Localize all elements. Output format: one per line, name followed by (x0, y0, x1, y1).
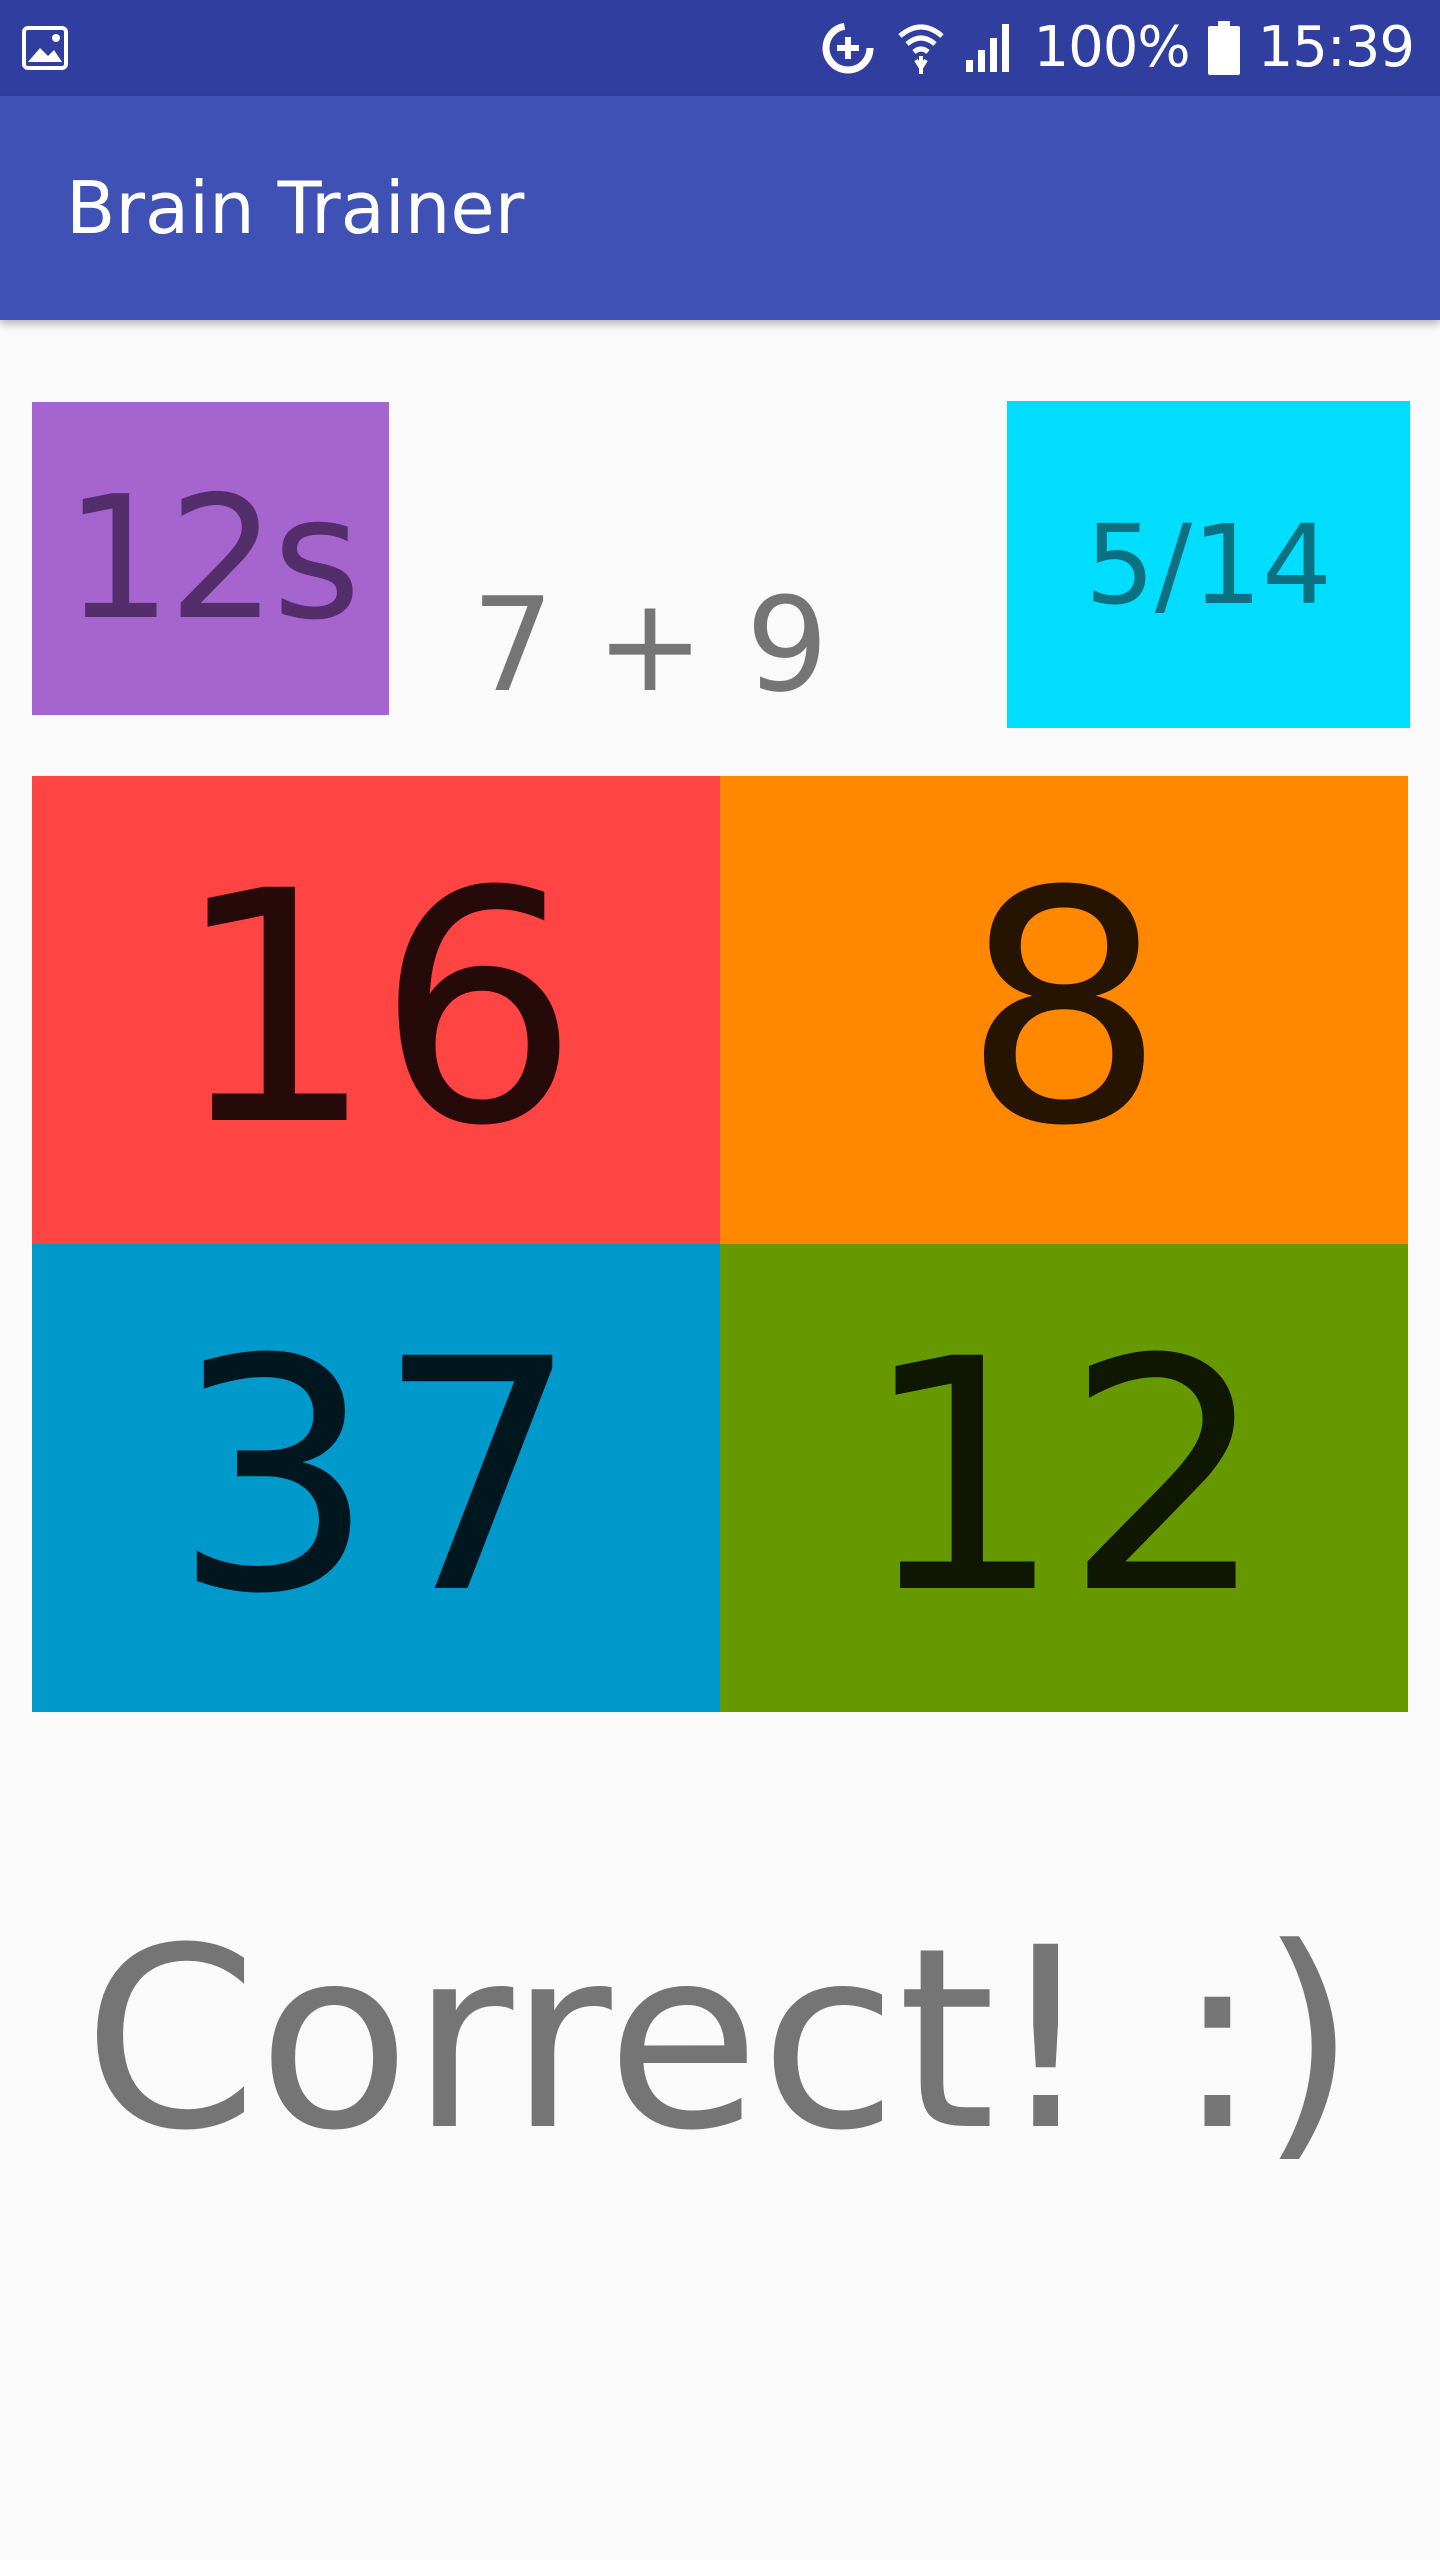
app-bar: Brain Trainer (0, 96, 1440, 320)
clock: 15:39 (1257, 15, 1415, 80)
score-box: 5/14 (1007, 401, 1410, 728)
image-notification-icon (22, 26, 68, 70)
timer-box: 12s (32, 402, 389, 715)
result-text: Correct! :) (83, 1894, 1357, 2185)
answer-label-3: 37 (172, 1292, 580, 1664)
answer-label-2: 8 (962, 824, 1166, 1196)
data-saver-icon (822, 22, 873, 74)
answer-button-3[interactable]: 37 (32, 1244, 720, 1712)
score-text: 5/14 (1084, 500, 1333, 629)
question-text: 7 + 9 (471, 569, 829, 721)
wifi-icon (897, 24, 944, 74)
answer-grid: 16 8 37 12 (32, 776, 1408, 1712)
timer-text: 12s (64, 459, 361, 658)
signal-icon (965, 24, 1009, 72)
battery-percent: 100% (1033, 15, 1191, 80)
status-bar: 100% 15:39 (0, 0, 1440, 96)
answer-button-2[interactable]: 8 (720, 776, 1408, 1244)
status-icons: 100% 15:39 (818, 0, 1415, 96)
answer-label-1: 16 (172, 824, 580, 1196)
answer-label-4: 12 (860, 1292, 1268, 1664)
answer-button-1[interactable]: 16 (32, 776, 720, 1244)
answer-button-4[interactable]: 12 (720, 1244, 1408, 1712)
app-title: Brain Trainer (66, 166, 525, 250)
battery-icon (1207, 21, 1240, 75)
